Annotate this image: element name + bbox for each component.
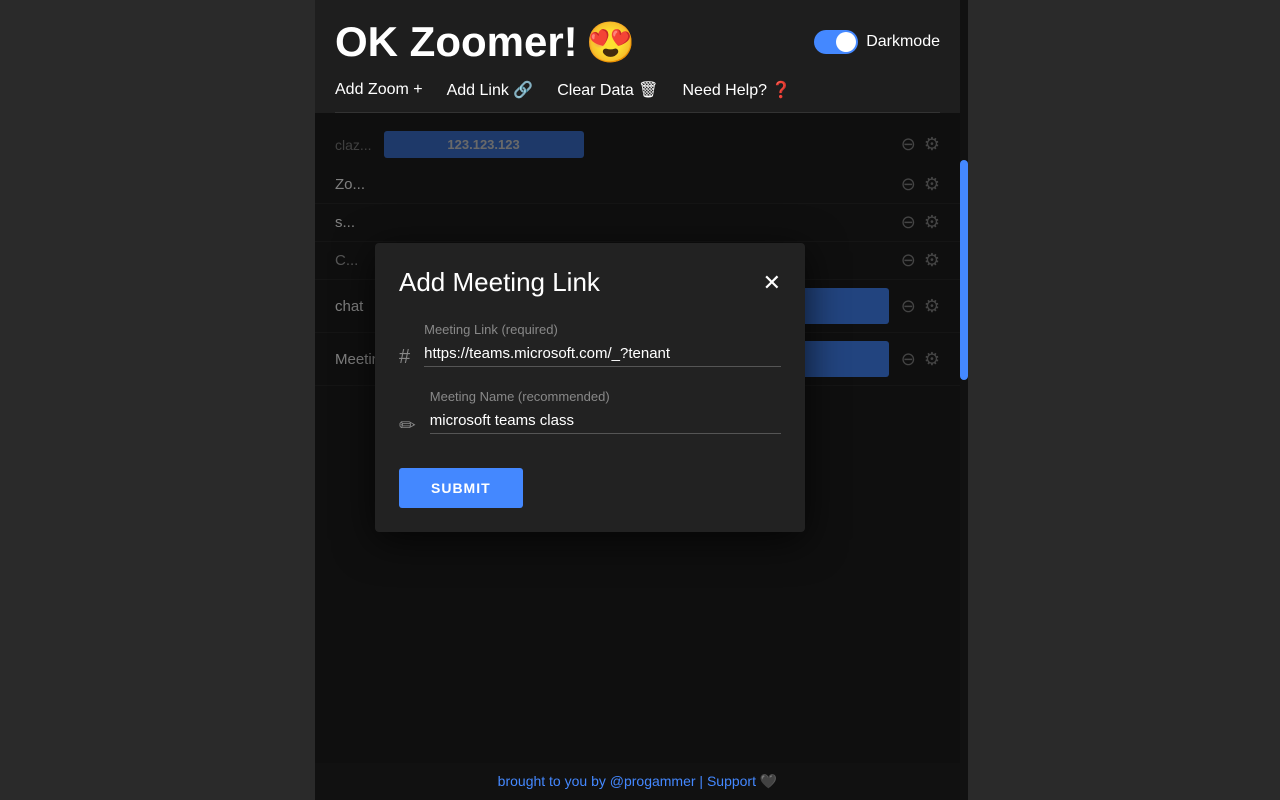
meeting-link-input[interactable] (424, 341, 781, 367)
app-title: OK Zoomer! 😍 (335, 18, 635, 66)
add-zoom-button[interactable]: Add Zoom + (335, 80, 423, 100)
add-meeting-link-modal: Add Meeting Link ✕ # Meeting Link (requi… (375, 243, 805, 532)
header-top: OK Zoomer! 😍 Darkmode (335, 18, 940, 66)
scrollbar[interactable] (960, 0, 968, 800)
hash-icon: # (399, 346, 410, 369)
clear-data-button[interactable]: Clear Data 🗑 (557, 80, 658, 100)
submit-button[interactable]: SUBMIT (399, 468, 523, 508)
footer: brought to you by @progammer | Support 🖤 (315, 763, 960, 800)
meeting-link-field: # Meeting Link (required) (399, 322, 781, 369)
right-panel (968, 0, 1280, 800)
darkmode-toggle[interactable]: Darkmode (814, 30, 940, 54)
toggle-switch[interactable] (814, 30, 858, 54)
need-help-button[interactable]: Need Help? ❓ (682, 80, 791, 100)
left-panel (0, 0, 315, 800)
darkmode-label: Darkmode (866, 33, 940, 51)
content: claz... 123.123.123 ⊖ ⚙ Zo... ⊖ ⚙ s... ⊖… (315, 113, 960, 763)
meeting-name-group: Meeting Name (recommended) (430, 389, 781, 434)
scrollbar-thumb[interactable] (960, 160, 968, 380)
modal-header: Add Meeting Link ✕ (399, 267, 781, 298)
modal-title: Add Meeting Link (399, 267, 600, 298)
header: OK Zoomer! 😍 Darkmode Add Zoom + Add Lin… (315, 0, 960, 113)
add-link-button[interactable]: Add Link 🔗 (447, 80, 534, 100)
meeting-name-field: ✏ Meeting Name (recommended) (399, 389, 781, 438)
nav-bar: Add Zoom + Add Link 🔗 Clear Data 🗑 Need … (335, 80, 940, 113)
toggle-knob (836, 32, 856, 52)
meeting-name-input[interactable] (430, 408, 781, 434)
meeting-link-group: Meeting Link (required) (424, 322, 781, 367)
pencil-icon: ✏ (399, 413, 416, 438)
meeting-name-label: Meeting Name (recommended) (430, 389, 781, 404)
app-emoji: 😍 (586, 19, 636, 66)
modal-overlay: Add Meeting Link ✕ # Meeting Link (requi… (315, 113, 960, 763)
app-title-text: OK Zoomer! (335, 18, 578, 66)
meeting-link-label: Meeting Link (required) (424, 322, 781, 337)
modal-close-button[interactable]: ✕ (763, 272, 781, 294)
footer-text: brought to you by @progammer | Support 🖤 (498, 773, 778, 789)
main-area: OK Zoomer! 😍 Darkmode Add Zoom + Add Lin… (315, 0, 960, 800)
